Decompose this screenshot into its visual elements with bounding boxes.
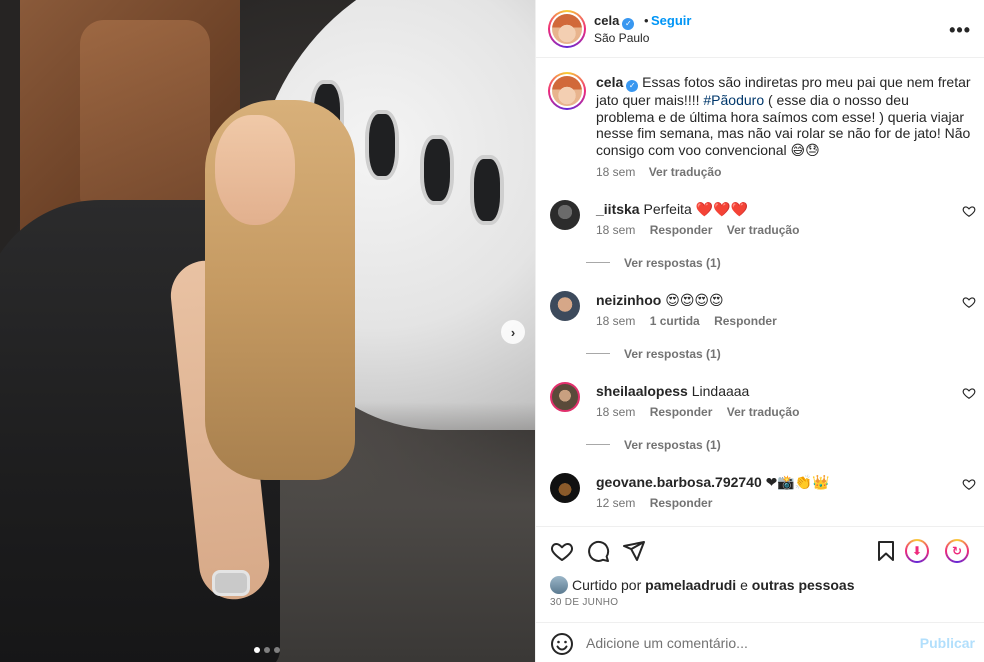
heart-icon[interactable] xyxy=(962,204,976,218)
comment-text: _iitska Perfeita ❤️❤️❤️ xyxy=(596,200,956,218)
post-location[interactable]: São Paulo xyxy=(594,31,649,45)
liked-by-middle: e xyxy=(736,577,752,593)
comment-time[interactable]: 18 sem xyxy=(596,405,635,419)
comment-text: neizinhoo 😍😍😍😍 xyxy=(596,291,956,309)
reels-icon[interactable]: ↻ xyxy=(945,539,969,563)
comment-meta: 18 sem 1 curtida Responder xyxy=(596,314,788,328)
view-replies-label[interactable]: Ver respostas (1) xyxy=(624,347,721,361)
author-avatar[interactable] xyxy=(548,10,586,48)
view-replies-label[interactable]: Ver respostas (1) xyxy=(624,256,721,270)
view-replies-button[interactable]: Ver respostas (1) xyxy=(586,347,721,361)
comment-message: ❤📸👏👑 xyxy=(765,474,830,490)
add-comment-bar: Publicar xyxy=(536,622,984,662)
translate-button[interactable]: Ver tradução xyxy=(727,223,800,237)
emoji-icon[interactable] xyxy=(550,632,574,656)
heart-icon[interactable] xyxy=(550,539,574,563)
instagram-post-view: › cela ✓ • Seguir São Paulo ••• cela ✓ E… xyxy=(0,0,984,662)
comment-avatar[interactable] xyxy=(550,291,580,321)
carousel-dots xyxy=(254,647,280,653)
comment-message: 😍😍😍😍 xyxy=(665,292,724,308)
comment-username[interactable]: geovane.barbosa.792740 xyxy=(596,474,762,490)
comment-input[interactable] xyxy=(586,632,906,654)
liked-by-user[interactable]: pamelaadrudi xyxy=(645,577,736,593)
carousel-dot xyxy=(274,647,280,653)
caption-time[interactable]: 18 sem xyxy=(596,165,635,179)
heart-icon[interactable] xyxy=(962,477,976,491)
comment-meta: 18 sem Responder Ver tradução xyxy=(596,223,810,237)
carousel-dot xyxy=(264,647,270,653)
carousel-dot-active xyxy=(254,647,260,653)
bookmark-icon[interactable] xyxy=(874,539,898,563)
liker-avatar[interactable] xyxy=(550,576,568,594)
caption-translate-button[interactable]: Ver tradução xyxy=(649,165,722,179)
comment-meta: 12 sem Responder xyxy=(596,496,723,510)
reply-button[interactable]: Responder xyxy=(714,314,777,328)
comment-username[interactable]: sheilaalopess xyxy=(596,383,688,399)
post-header: cela ✓ • Seguir São Paulo ••• xyxy=(536,0,984,58)
comment-avatar[interactable] xyxy=(550,473,580,503)
comment-message: Lindaaaa xyxy=(691,383,750,399)
verified-badge-icon: ✓ xyxy=(626,80,639,92)
send-icon[interactable] xyxy=(622,539,646,563)
heart-icon[interactable] xyxy=(962,295,976,309)
comment-icon[interactable] xyxy=(586,539,610,563)
remix-icon[interactable]: ⬇ xyxy=(905,539,929,563)
post-photo[interactable]: › xyxy=(0,0,535,662)
comment-text: sheilaalopess Lindaaaa xyxy=(596,382,956,400)
chevron-right-icon[interactable]: › xyxy=(501,320,525,344)
translate-button[interactable]: Ver tradução xyxy=(727,405,800,419)
comment-time[interactable]: 18 sem xyxy=(596,223,635,237)
liked-by-others[interactable]: outras pessoas xyxy=(752,577,855,593)
view-replies-label[interactable]: Ver respostas (1) xyxy=(624,438,721,452)
author-username[interactable]: cela ✓ xyxy=(594,13,635,30)
comment-username[interactable]: _iitska xyxy=(596,201,640,217)
photo-person-face xyxy=(215,115,295,225)
view-replies-button[interactable]: Ver respostas (1) xyxy=(586,438,721,452)
comment-time[interactable]: 18 sem xyxy=(596,314,635,328)
reply-button[interactable]: Responder xyxy=(650,496,713,510)
caption-text: cela ✓ Essas fotos são indiretas pro meu … xyxy=(596,74,971,181)
liked-by-text: Curtido por pamelaadrudi e outras pessoa… xyxy=(550,576,854,594)
author-username-text[interactable]: cela xyxy=(594,13,619,28)
comment-avatar[interactable] xyxy=(550,382,580,412)
comment-avatar[interactable] xyxy=(550,200,580,230)
caption-username[interactable]: cela xyxy=(596,74,623,90)
publish-button[interactable]: Publicar xyxy=(920,635,975,651)
caption-author-avatar[interactable] xyxy=(548,72,586,110)
photo-watch xyxy=(212,570,250,596)
verified-badge-icon: ✓ xyxy=(622,18,635,30)
comment-meta: 18 sem Responder Ver tradução xyxy=(596,405,810,419)
caption-hashtag[interactable]: #Pãoduro xyxy=(703,92,764,108)
comments-scroll-area[interactable]: cela ✓ Essas fotos são indiretas pro meu … xyxy=(536,58,984,526)
post-side-panel: cela ✓ • Seguir São Paulo ••• cela ✓ Essas… xyxy=(535,0,984,662)
reply-button[interactable]: Responder xyxy=(650,405,713,419)
liked-by-prefix: Curtido por xyxy=(572,577,646,593)
reply-button[interactable]: Responder xyxy=(650,223,713,237)
comment-time[interactable]: 12 sem xyxy=(596,496,635,510)
caption-meta: 18 sem Ver tradução xyxy=(596,164,971,181)
view-replies-button[interactable]: Ver respostas (1) xyxy=(586,256,721,270)
comment-likes-count[interactable]: 1 curtida xyxy=(650,314,700,328)
header-separator: • xyxy=(644,13,649,28)
comment-username[interactable]: neizinhoo xyxy=(596,292,661,308)
follow-button[interactable]: Seguir xyxy=(651,13,691,28)
more-horizontal-icon[interactable]: ••• xyxy=(949,20,971,41)
heart-icon[interactable] xyxy=(962,386,976,400)
post-date[interactable]: 30 DE JUNHO xyxy=(550,597,618,608)
post-actions-bar: ⬇ ↻ xyxy=(536,526,984,576)
comment-text: geovane.barbosa.792740 ❤📸👏👑 xyxy=(596,473,956,491)
comment-message: Perfeita ❤️❤️❤️ xyxy=(643,201,748,217)
